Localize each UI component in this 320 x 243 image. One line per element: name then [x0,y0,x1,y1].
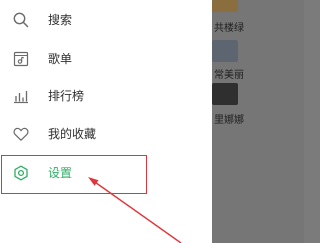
playlist-icon [11,49,31,69]
menu-item-favorites[interactable]: 我的收藏 [0,115,212,153]
album-thumbnail [212,40,238,62]
album-thumbnail [212,0,238,12]
menu-item-playlist[interactable]: 歌单 [0,40,212,78]
menu-item-label: 我的收藏 [48,127,97,141]
background-song-title: 共楼绿 [214,23,244,34]
background-song-title: 常美丽 [214,70,244,81]
menu-item-label: 设置 [48,166,73,180]
menu-item-label: 歌单 [48,52,73,66]
album-thumbnail [212,83,238,105]
menu-item-settings[interactable]: 设置 [0,154,212,192]
background-song-title: 里娜娜 [214,115,244,126]
menu-item-search[interactable]: 搜索 [0,1,212,39]
menu-item-label: 排行榜 [48,89,85,103]
heart-icon [11,124,31,144]
chart-icon [11,86,31,106]
menu-item-chart[interactable]: 排行榜 [0,77,212,115]
navigation-drawer: 搜索 歌单 排行榜 我的收藏 设置 [0,0,212,243]
menu-item-label: 搜索 [48,13,73,27]
settings-icon [11,163,31,183]
search-icon [11,10,31,30]
